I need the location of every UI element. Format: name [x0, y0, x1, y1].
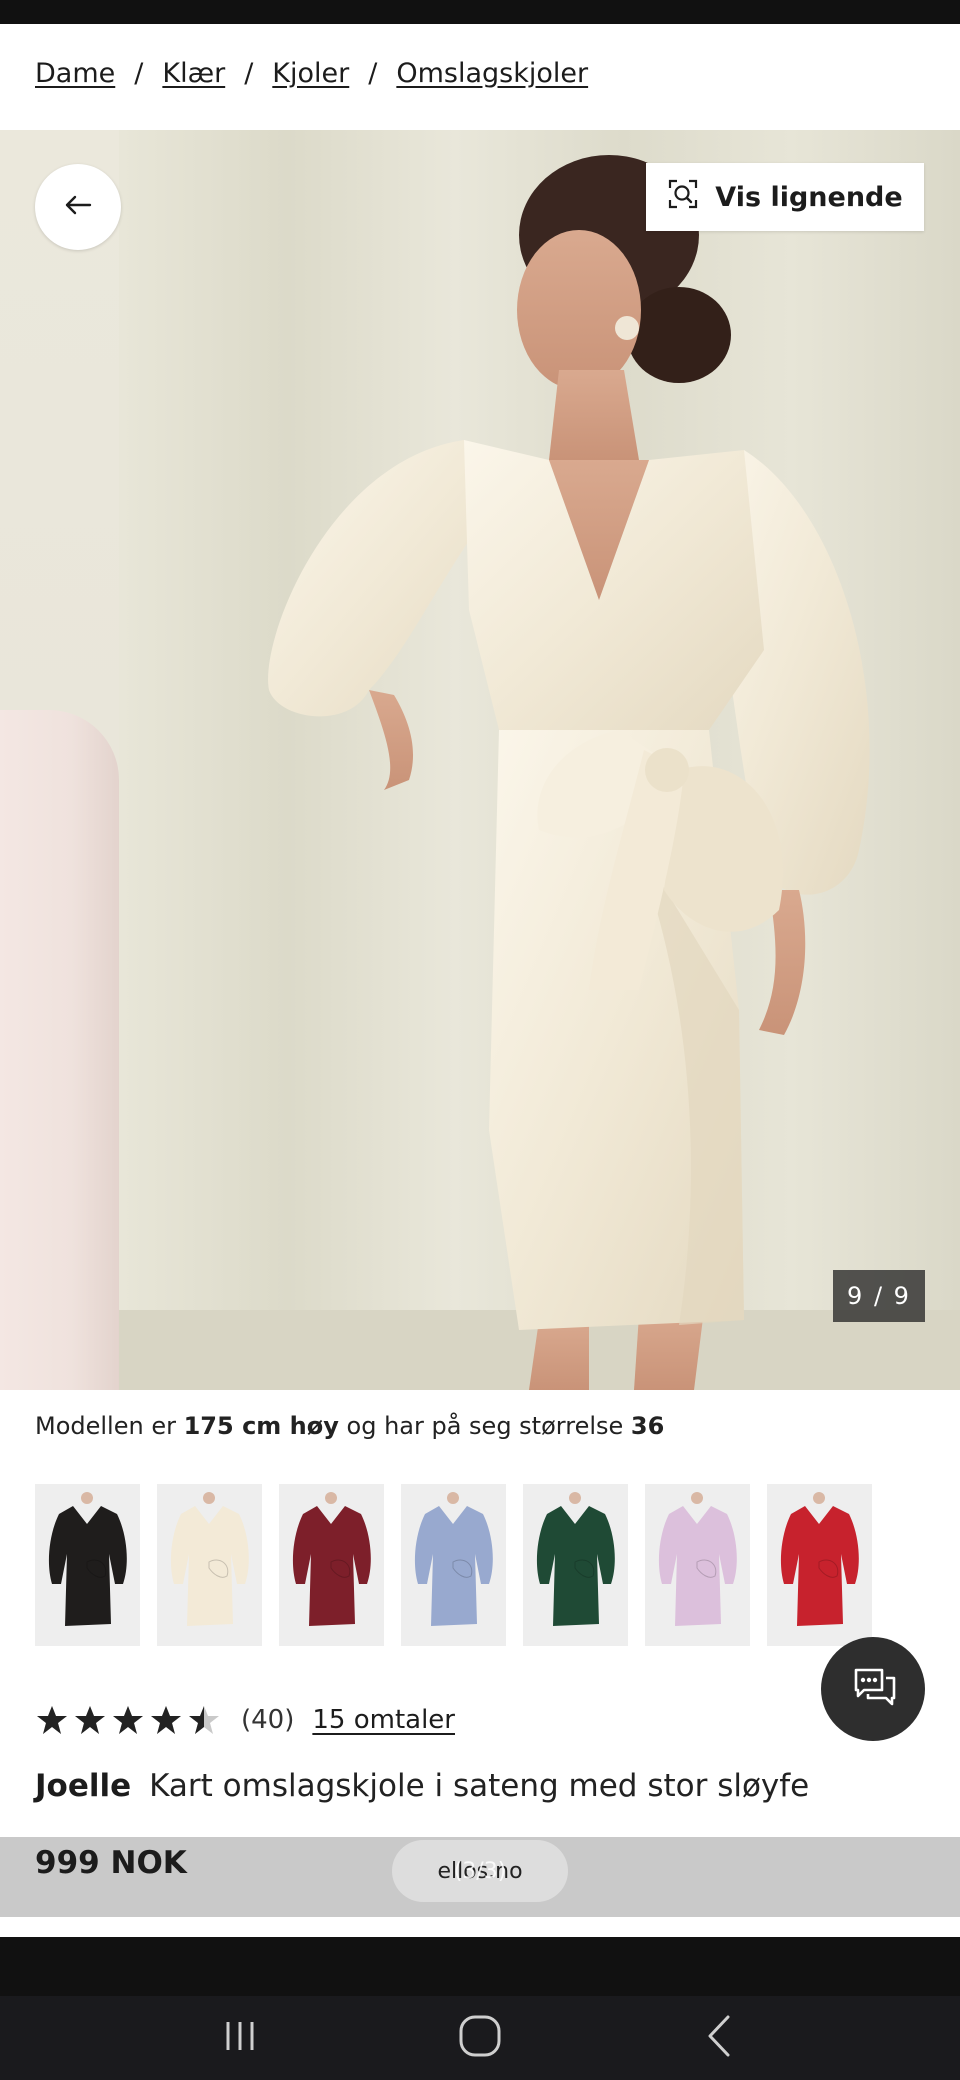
rating-count: (40): [241, 1705, 295, 1735]
dress-thumbnail-icon: [536, 1492, 615, 1626]
breadcrumb-klaer[interactable]: Klær: [162, 58, 225, 89]
model-size: 36: [630, 1412, 665, 1440]
image-counter: 9 / 9: [833, 1270, 925, 1322]
back-icon: [702, 2013, 738, 2063]
color-variant-list: [35, 1484, 872, 1646]
color-swatch-red[interactable]: [767, 1484, 872, 1646]
system-navigation-bar: [0, 1996, 960, 2080]
visual-search-icon: [667, 178, 699, 217]
dress-thumbnail-icon: [48, 1492, 127, 1626]
recent-apps-button[interactable]: [200, 2008, 280, 2068]
model-info-middle: og har på seg størrelse: [346, 1412, 624, 1440]
model-wearing-dress-image: [119, 130, 960, 1390]
breadcrumb-separator: /: [368, 57, 378, 89]
product-title: Joelle Kart omslagskjole i sateng med sto…: [35, 1768, 809, 1804]
star-icon: [37, 1706, 67, 1734]
breadcrumb: Dame / Klær / Kjoler / Omslagskjoler: [35, 50, 588, 96]
recent-apps-icon: [220, 2016, 260, 2060]
color-swatch-lilac[interactable]: [645, 1484, 750, 1646]
color-swatch-light-blue[interactable]: [401, 1484, 506, 1646]
status-bar: [0, 0, 960, 24]
reviews-link[interactable]: 15 omtaler: [312, 1705, 455, 1735]
dress-thumbnail-icon: [780, 1492, 859, 1626]
product-price: 999 NOK: [35, 1845, 187, 1881]
arrow-left-icon: [64, 195, 92, 219]
similar-items-label: Vis lignende: [715, 181, 903, 213]
system-back-button[interactable]: [680, 2008, 760, 2068]
model-height: 175 cm høy: [183, 1412, 339, 1440]
dress-thumbnail-icon: [170, 1492, 249, 1626]
color-swatch-ivory[interactable]: [157, 1484, 262, 1646]
product-image-gallery[interactable]: Vis lignende 9 / 9: [0, 130, 960, 1390]
home-button[interactable]: [440, 2008, 520, 2068]
brand-name[interactable]: Joelle: [35, 1768, 131, 1804]
model-size-info: Modellen er 175 cm høy og har på seg stø…: [35, 1412, 664, 1440]
dress-fabric-detail: [0, 710, 119, 1390]
dress-thumbnail-icon: [292, 1492, 371, 1626]
chat-button[interactable]: [821, 1637, 925, 1741]
color-swatch-black[interactable]: [35, 1484, 140, 1646]
chat-bubble-icon: [846, 1664, 900, 1714]
star-rating: [35, 1704, 221, 1736]
toast-notification: ellos.no (3/3): [392, 1840, 568, 1902]
breadcrumb-omslagskjoler[interactable]: Omslagskjoler: [396, 58, 588, 89]
product-name: Kart omslagskjole i sateng med stor sløy…: [149, 1768, 810, 1804]
dress-thumbnail-icon: [414, 1492, 493, 1626]
star-icon: [151, 1706, 181, 1734]
similar-items-button[interactable]: Vis lignende: [646, 163, 924, 231]
home-icon: [457, 2013, 503, 2063]
color-swatch-dark-green[interactable]: [523, 1484, 628, 1646]
breadcrumb-separator: /: [244, 57, 254, 89]
rating-row: (40) 15 omtaler: [35, 1695, 455, 1745]
model-info-prefix: Modellen er: [35, 1412, 176, 1440]
star-icon: [75, 1706, 105, 1734]
back-button[interactable]: [35, 164, 121, 250]
dress-thumbnail-icon: [658, 1492, 737, 1626]
star-icon: [113, 1706, 143, 1734]
star-icon: [189, 1706, 219, 1734]
breadcrumb-separator: /: [134, 57, 144, 89]
color-swatch-burgundy[interactable]: [279, 1484, 384, 1646]
product-photo[interactable]: [119, 130, 960, 1390]
breadcrumb-dame[interactable]: Dame: [35, 58, 115, 89]
toast-overlay-text: (3/3): [453, 1858, 507, 1884]
previous-image-peek[interactable]: [0, 130, 119, 1390]
breadcrumb-kjoler[interactable]: Kjoler: [272, 58, 349, 89]
